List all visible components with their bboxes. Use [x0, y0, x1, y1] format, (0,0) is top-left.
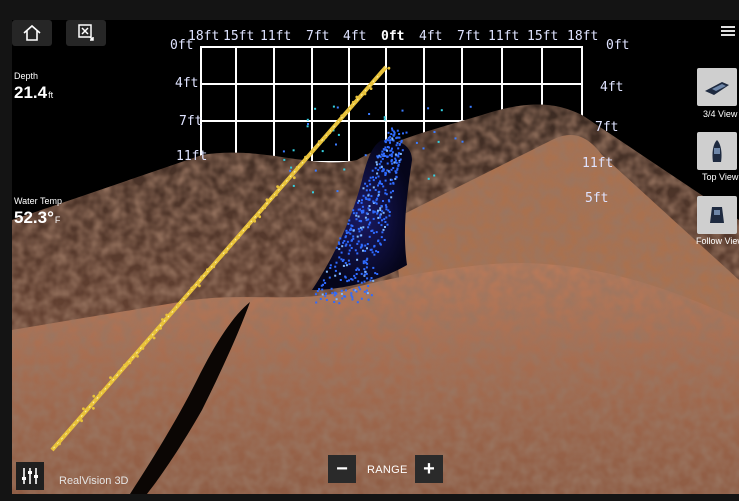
top-tick: 18ft — [567, 29, 599, 44]
hamburger-menu-icon — [721, 26, 735, 36]
top-tick: 15ft — [223, 29, 255, 44]
left-tick: 11ft — [176, 149, 208, 164]
left-tick: 7ft — [179, 114, 203, 129]
water-temp-value: 52.3°F — [14, 208, 60, 228]
device-frame: Depth 21.4ft Water Temp 52.3°F 18ft 15ft… — [0, 0, 739, 501]
view-34-button[interactable] — [697, 68, 737, 106]
left-tick: 0ft — [170, 38, 194, 53]
minus-icon: − — [336, 457, 348, 480]
boat-top-view-icon — [712, 140, 722, 162]
water-temp-label: Water Temp — [14, 196, 63, 206]
water-temp-number: 52.3° — [14, 208, 54, 227]
top-tick: 7ft — [457, 29, 481, 44]
top-tick: 11ft — [260, 29, 292, 44]
home-button[interactable] — [12, 20, 52, 46]
range-label: RANGE — [367, 464, 408, 476]
top-tick: 11ft — [488, 29, 520, 44]
top-tick-center: 0ft — [381, 29, 405, 44]
right-tick: 7ft — [595, 120, 619, 135]
view-34-label: 3/4 View — [703, 109, 738, 119]
top-tick: 4ft — [419, 29, 443, 44]
depth-value: 21.4ft — [14, 83, 53, 103]
home-icon — [23, 24, 41, 41]
app-name-label: RealVision 3D — [59, 475, 129, 487]
sonar-3d-scene[interactable] — [12, 20, 739, 494]
plus-icon: + — [423, 457, 435, 480]
view-top-label: Top View — [702, 172, 739, 182]
range-decrease-button[interactable]: − — [328, 455, 356, 483]
view-follow-label: Follow View — [696, 236, 739, 246]
clear-screen-icon — [78, 24, 94, 41]
sliders-icon — [22, 468, 38, 484]
clear-screen-button[interactable] — [66, 20, 106, 46]
depth-label: Depth — [14, 71, 39, 81]
top-tick: 15ft — [527, 29, 559, 44]
top-tick: 7ft — [306, 29, 330, 44]
boat-three-quarter-view-icon — [705, 82, 729, 95]
water-temp-unit: F — [54, 215, 61, 225]
menu-button[interactable] — [719, 24, 739, 42]
depth-unit: ft — [48, 90, 54, 100]
right-tick: 11ft — [582, 156, 614, 171]
boat-follow-view-icon — [710, 207, 724, 223]
top-tick: 4ft — [343, 29, 367, 44]
right-tick: 5ft — [585, 191, 609, 206]
sonar-screen: Depth 21.4ft Water Temp 52.3°F 18ft 15ft… — [12, 20, 739, 494]
left-tick: 4ft — [175, 76, 199, 91]
view-top-button[interactable] — [697, 132, 737, 170]
settings-button[interactable] — [16, 462, 44, 490]
depth-number: 21.4 — [14, 83, 48, 102]
range-increase-button[interactable]: + — [415, 455, 443, 483]
view-follow-button[interactable] — [697, 196, 737, 234]
right-tick: 4ft — [600, 80, 624, 95]
right-tick: 0ft — [606, 38, 630, 53]
